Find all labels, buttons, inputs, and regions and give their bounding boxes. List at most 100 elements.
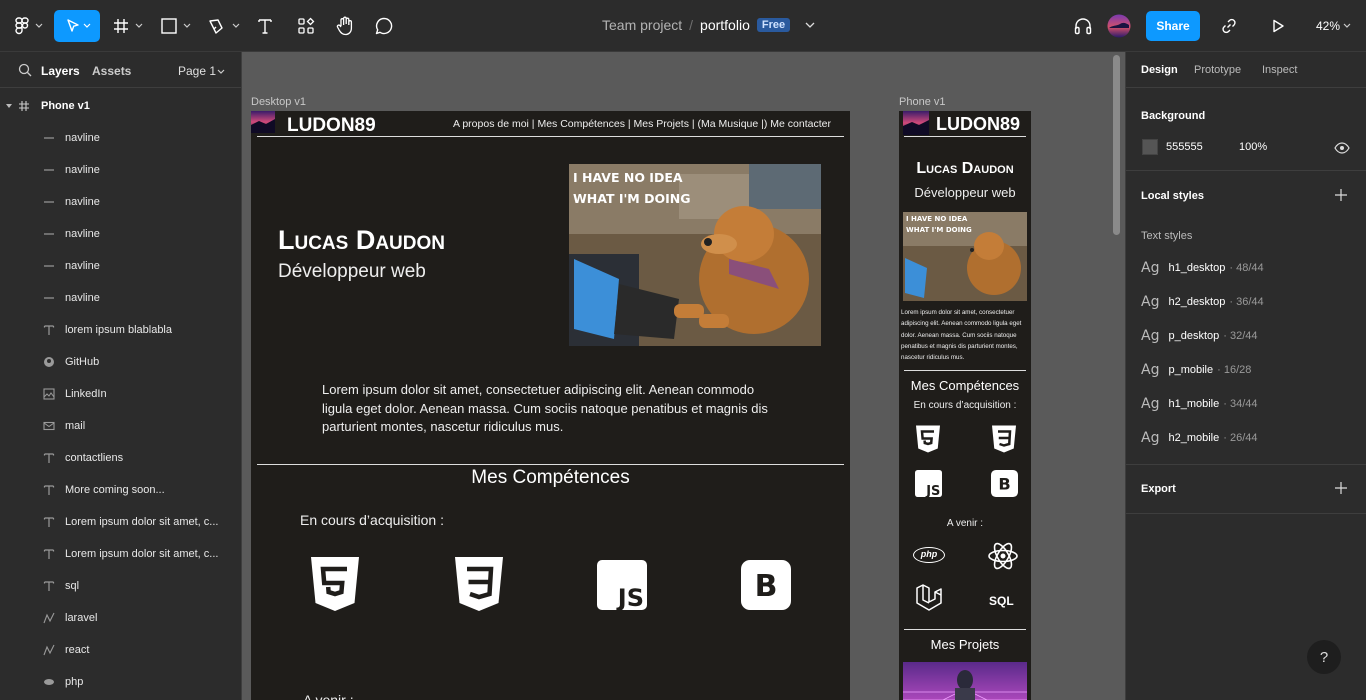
chevron-down-icon[interactable] <box>216 66 226 76</box>
meme-line-1: I HAVE NO IDEA <box>573 170 683 185</box>
text-style-size: · 32/44 <box>1223 330 1258 342</box>
canvas[interactable]: Desktop v1 Phone v1 LUDON89 A propos de … <box>242 52 1125 700</box>
chevron-down-icon[interactable] <box>1342 19 1352 33</box>
text-style-size: · 26/44 <box>1223 432 1258 444</box>
layer-row[interactable]: navline <box>0 250 241 282</box>
text-layer-icon <box>42 515 56 529</box>
css3-icon <box>455 557 503 611</box>
hand-tool-icon[interactable] <box>332 10 358 42</box>
phone-frame-label[interactable]: Phone v1 <box>899 96 945 108</box>
add-export-icon[interactable] <box>1335 482 1347 494</box>
layer-row[interactable]: LinkedIn <box>0 378 241 410</box>
tab-inspect[interactable]: Inspect <box>1262 64 1297 76</box>
bg-opacity-input[interactable]: 100% <box>1239 141 1267 153</box>
move-tool-icon[interactable] <box>54 10 100 42</box>
layer-row[interactable]: GitHub <box>0 346 241 378</box>
hero-name: Lucas Daudon <box>278 225 445 255</box>
layer-label: GitHub <box>65 356 100 368</box>
help-button[interactable]: ? <box>1307 640 1341 674</box>
text-layer-icon <box>42 451 56 465</box>
frame-tool-icon[interactable] <box>110 10 146 42</box>
shape-tool-icon[interactable] <box>158 10 194 42</box>
js-icon: JS <box>597 560 647 610</box>
comment-tool-icon[interactable] <box>371 10 397 42</box>
layer-row[interactable]: Lorem ipsum dolor sit amet, c... <box>0 506 241 538</box>
desktop-nav: A propos de moi | Mes Compétences | Mes … <box>453 118 831 130</box>
layer-row[interactable]: mail <box>0 410 241 442</box>
layer-row[interactable]: navline <box>0 282 241 314</box>
text-tool-icon[interactable] <box>252 10 278 42</box>
tab-layers[interactable]: Layers <box>41 64 80 78</box>
layer-row[interactable]: navline <box>0 122 241 154</box>
share-button[interactable]: Share <box>1146 11 1200 41</box>
zoom-level[interactable]: 42% <box>1316 19 1340 33</box>
layer-row[interactable]: php <box>0 666 241 698</box>
search-icon[interactable] <box>18 63 32 77</box>
bootstrap-icon: B <box>741 560 791 610</box>
layer-row[interactable]: contactliens <box>0 442 241 474</box>
layers-panel-header: Layers Assets Page 1 <box>0 52 241 88</box>
figma-menu-icon[interactable] <box>8 10 36 42</box>
layer-row[interactable]: lorem ipsum blablabla <box>0 314 241 346</box>
hero-role: Développeur web <box>914 185 1016 200</box>
properties-tabs: Design Prototype Inspect <box>1126 52 1366 88</box>
canvas-scrollbar[interactable] <box>1113 55 1120 235</box>
text-style-item[interactable]: Ag h2_mobile · 26/44 <box>1141 428 1257 448</box>
layer-row[interactable]: navline <box>0 218 241 250</box>
desktop-frame[interactable]: LUDON89 A propos de moi | Mes Compétence… <box>251 111 850 700</box>
layer-row[interactable]: More coming soon... <box>0 474 241 506</box>
link-icon[interactable] <box>1216 10 1242 42</box>
add-style-icon[interactable] <box>1335 189 1347 201</box>
layer-row[interactable]: Lorem ipsum dolor sit amet, c... <box>0 538 241 570</box>
layer-label: navline <box>65 164 100 176</box>
text-style-name: h1_desktop <box>1168 262 1226 274</box>
layer-row[interactable]: sql <box>0 570 241 602</box>
meme-caption: I HAVE NO IDEA WHAT I'M DOING <box>906 214 972 236</box>
toolbar: Team project / portfolio Free Share 42% <box>0 0 1366 52</box>
present-play-icon[interactable] <box>1265 10 1291 42</box>
export-section: Export <box>1126 465 1366 514</box>
tab-prototype[interactable]: Prototype <box>1194 64 1241 76</box>
avatar[interactable] <box>1106 10 1132 42</box>
pen-tool-icon[interactable] <box>205 10 243 42</box>
layer-frame-phone[interactable]: Phone v1 <box>0 90 241 122</box>
text-styles-label: Text styles <box>1141 230 1193 242</box>
skills-title: Mes Compétences <box>471 467 630 488</box>
php-icon <box>42 675 56 689</box>
color-swatch[interactable] <box>1142 139 1158 155</box>
layer-label: react <box>65 644 90 656</box>
tab-design[interactable]: Design <box>1141 64 1178 76</box>
layer-row[interactable]: laravel <box>0 602 241 634</box>
text-style-item[interactable]: Ag h1_desktop · 48/44 <box>1141 258 1264 278</box>
tab-assets[interactable]: Assets <box>92 64 131 78</box>
chevron-down-icon[interactable] <box>803 18 817 32</box>
eye-icon[interactable] <box>1334 142 1350 154</box>
meme-line-2: WHAT I'M DOING <box>906 226 972 234</box>
layer-row[interactable]: react <box>0 634 241 666</box>
text-style-size: · 16/28 <box>1217 364 1252 376</box>
page-selector[interactable]: Page 1 <box>178 64 216 78</box>
text-style-item[interactable]: Ag h1_mobile · 34/44 <box>1141 394 1257 414</box>
bootstrap-icon: B <box>991 470 1018 497</box>
layer-row[interactable]: navline <box>0 154 241 186</box>
components-icon[interactable] <box>293 10 319 42</box>
hero-name: Lucas Daudon <box>916 160 1014 177</box>
layer-label: mail <box>65 420 86 432</box>
project-name[interactable]: Team project <box>602 17 682 33</box>
desktop-frame-label[interactable]: Desktop v1 <box>251 96 306 108</box>
phone-frame[interactable]: LUDON89 Lucas Daudon Développeur web I H… <box>899 111 1031 700</box>
layer-row[interactable]: navline <box>0 186 241 218</box>
in-progress-label: En cours d’acquisition : <box>300 512 444 528</box>
text-style-preview-icon: Ag <box>1141 362 1160 378</box>
bg-hex-input[interactable]: 555555 <box>1166 141 1203 153</box>
chevron-down-icon[interactable] <box>34 19 44 33</box>
file-name[interactable]: portfolio <box>700 17 750 33</box>
text-style-item[interactable]: Ag p_mobile · 16/28 <box>1141 360 1251 380</box>
headphones-icon[interactable] <box>1070 10 1096 42</box>
text-style-size: · 48/44 <box>1229 262 1264 274</box>
collapse-triangle-icon[interactable] <box>5 102 13 110</box>
text-style-item[interactable]: Ag p_desktop · 32/44 <box>1141 326 1257 346</box>
text-style-preview-icon: Ag <box>1141 260 1160 276</box>
text-layer-icon <box>42 579 56 593</box>
text-style-item[interactable]: Ag h2_desktop · 36/44 <box>1141 292 1264 312</box>
